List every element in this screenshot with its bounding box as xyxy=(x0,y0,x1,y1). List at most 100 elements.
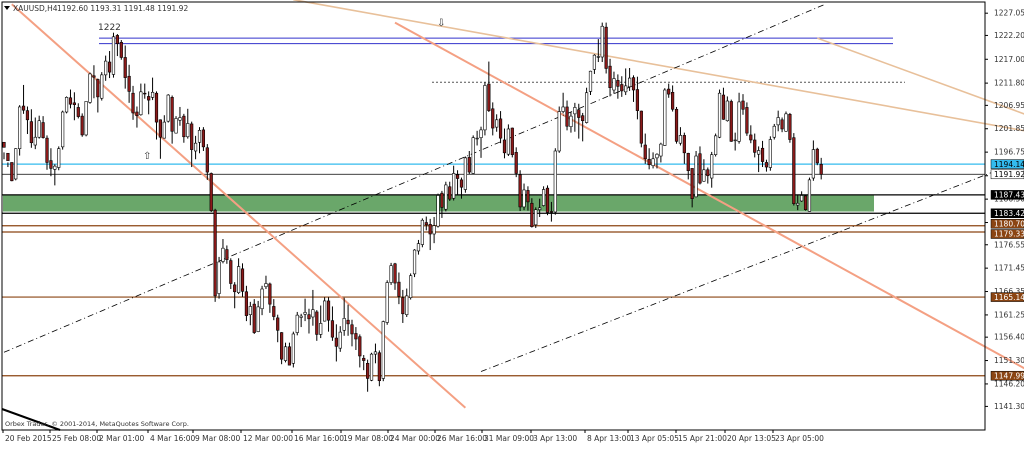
candle-body xyxy=(57,148,61,168)
candle xyxy=(319,305,323,339)
price-badge-label: 1165.14 xyxy=(994,293,1024,302)
candle xyxy=(182,113,186,143)
candle xyxy=(291,331,295,368)
candle-body xyxy=(158,119,163,138)
candle-body xyxy=(627,77,632,88)
candle xyxy=(424,216,428,231)
candle-body xyxy=(104,60,108,76)
candle xyxy=(682,132,686,164)
candle-body xyxy=(401,297,405,315)
candle xyxy=(702,159,706,182)
candle-body xyxy=(651,158,655,166)
candle xyxy=(428,218,432,251)
candle xyxy=(139,83,143,116)
y-tick-label: 1217.00 xyxy=(994,55,1024,64)
price-chart[interactable]: 1227.05 1222.20 1217.00 1211.80 1206.95 1201.… xyxy=(0,0,1024,447)
candle xyxy=(495,114,499,132)
candle xyxy=(96,78,100,113)
candle-body xyxy=(369,353,374,381)
candle-body xyxy=(440,192,444,208)
candle-body xyxy=(166,94,170,122)
candle-body xyxy=(538,207,542,210)
plot-border xyxy=(1,1,986,431)
trendline xyxy=(3,3,826,353)
candle-body xyxy=(412,249,417,275)
candle-body xyxy=(452,173,456,199)
candle xyxy=(393,262,397,290)
candle-body xyxy=(377,352,381,382)
trendline xyxy=(293,0,1024,132)
candle-body xyxy=(639,110,643,144)
y-tick-label: 1196.75 xyxy=(994,148,1024,157)
candle xyxy=(819,157,823,180)
x-tick-label: 12 Mar 00:00 xyxy=(243,434,293,443)
candle-body xyxy=(745,107,749,134)
candle-body xyxy=(315,311,319,335)
candle xyxy=(811,140,815,181)
candle-body xyxy=(115,35,119,44)
candle xyxy=(315,310,319,341)
x-tick-label: 23 Apr 05:00 xyxy=(775,434,824,443)
candle-body xyxy=(690,168,694,199)
candle xyxy=(667,83,671,98)
candle-body xyxy=(663,89,667,146)
y-tick-label: 1161.25 xyxy=(994,310,1024,319)
x-tick-label: 20 Feb 2015 xyxy=(5,434,52,443)
candle-body xyxy=(362,357,366,361)
candle-body xyxy=(143,92,147,95)
candle-body xyxy=(190,123,194,150)
price-badge-label: 1194.14 xyxy=(994,160,1024,169)
candle-body xyxy=(131,92,135,114)
candle xyxy=(342,297,346,336)
candle xyxy=(631,75,636,102)
candle-body xyxy=(577,109,581,118)
candle xyxy=(166,94,170,123)
candle-body xyxy=(237,266,241,293)
candle-body xyxy=(80,115,84,136)
candle-body xyxy=(21,105,26,111)
candle-body xyxy=(287,346,292,366)
candle-body xyxy=(119,42,123,58)
candle-body xyxy=(717,92,722,138)
candle xyxy=(569,112,573,133)
candle xyxy=(186,108,190,139)
candle-body xyxy=(41,122,45,138)
candle xyxy=(174,116,178,134)
candle-body xyxy=(10,162,14,182)
candle-body xyxy=(545,187,550,213)
candle-body xyxy=(88,73,92,103)
y-tick-label: 1171.45 xyxy=(994,264,1024,273)
candle xyxy=(483,82,487,136)
candle-body xyxy=(659,143,663,157)
candle-body xyxy=(350,324,354,335)
x-tick-label: 16 Mar 16:00 xyxy=(294,434,344,443)
candle-body xyxy=(753,139,757,153)
candle-body xyxy=(584,92,589,123)
candle-body xyxy=(592,54,597,70)
candle xyxy=(706,167,710,184)
candle xyxy=(248,301,252,326)
candle xyxy=(307,308,311,334)
candle xyxy=(131,85,135,120)
candle-body xyxy=(252,303,256,333)
candle-body xyxy=(541,189,546,206)
candle-body xyxy=(784,113,788,132)
symbol-dropdown-icon[interactable] xyxy=(4,6,10,10)
candle xyxy=(369,352,374,382)
candle xyxy=(295,311,299,336)
candle xyxy=(647,148,651,170)
candle xyxy=(272,299,276,321)
down-arrow-icon: ⇩ xyxy=(437,18,445,29)
symbol-label: XAUUSD,H4 xyxy=(13,4,58,13)
candle xyxy=(416,239,421,255)
candle-body xyxy=(76,107,80,117)
candle xyxy=(385,280,389,325)
candle-body xyxy=(760,147,765,162)
candle xyxy=(193,135,198,160)
candle xyxy=(264,275,268,290)
candle-body xyxy=(264,283,268,288)
candle-body xyxy=(354,333,358,340)
candle-body xyxy=(342,318,346,331)
candle xyxy=(463,156,467,193)
chart-area[interactable]: 1227.05 1222.20 1217.00 1211.80 1206.95 1201.… xyxy=(0,0,1024,447)
